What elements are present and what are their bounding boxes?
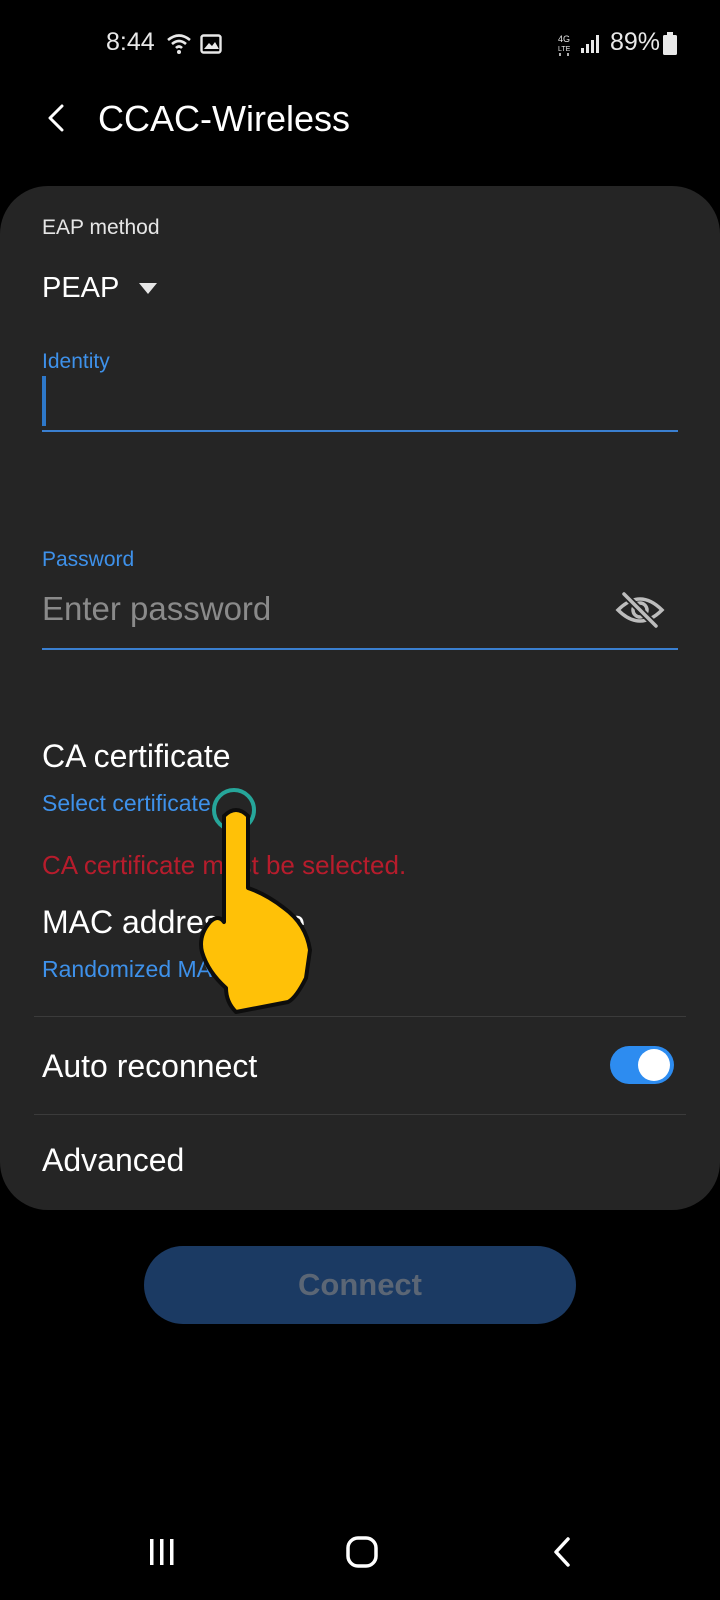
connect-button[interactable]: Connect (144, 1246, 576, 1324)
svg-text:LTE: LTE (558, 46, 571, 53)
password-label: Password (42, 548, 135, 571)
select-certificate-link[interactable]: Select certificate (42, 790, 211, 817)
eap-method-dropdown[interactable]: PEAP (42, 268, 158, 308)
recents-icon (150, 1539, 174, 1565)
dropdown-arrow-icon (139, 282, 158, 294)
app-header: CCAC-Wireless (0, 80, 720, 180)
signal-icon (580, 34, 602, 59)
identity-input[interactable] (42, 376, 678, 432)
wifi-config-screen: 8:44 4G LTE 89% CCAC-Wireless EAP method… (0, 0, 720, 1600)
status-time: 8:44 (106, 28, 155, 56)
divider (34, 1016, 686, 1017)
auto-reconnect-label: Auto reconnect (42, 1048, 258, 1084)
advanced-label: Advanced (42, 1142, 185, 1178)
image-notification-icon (200, 34, 222, 59)
back-button[interactable] (32, 94, 80, 142)
toggle-knob (638, 1049, 670, 1081)
wifi-icon (166, 32, 192, 61)
show-password-button[interactable] (612, 582, 668, 638)
svg-text:4G: 4G (558, 34, 570, 44)
divider (34, 1114, 686, 1115)
text-cursor (42, 376, 46, 426)
chevron-left-icon (48, 104, 64, 132)
navigation-bar (0, 1520, 720, 1600)
password-field (42, 578, 678, 650)
status-bar: 8:44 4G LTE 89% (0, 0, 720, 90)
hand-pointer-icon (196, 802, 312, 1023)
eap-method-value: PEAP (42, 271, 120, 304)
home-button[interactable] (340, 1530, 384, 1574)
page-title: CCAC-Wireless (98, 98, 350, 139)
back-arrow-icon (554, 1537, 570, 1567)
recents-button[interactable] (140, 1530, 184, 1574)
battery-percent: 89% (610, 28, 661, 56)
auto-reconnect-row[interactable]: Auto reconnect (0, 1018, 720, 1114)
auto-reconnect-toggle[interactable] (610, 1046, 674, 1084)
ca-certificate-title[interactable]: CA certificate (42, 738, 231, 775)
eye-off-icon (615, 591, 665, 629)
advanced-row[interactable]: Advanced (0, 1116, 720, 1206)
eap-method-label: EAP method (42, 216, 160, 239)
nav-back-button[interactable] (540, 1530, 584, 1574)
battery-icon (662, 32, 678, 61)
connect-label: Connect (298, 1267, 422, 1302)
lte-icon: 4G LTE (556, 32, 574, 61)
home-icon (346, 1536, 378, 1568)
identity-label: Identity (42, 350, 110, 373)
password-input[interactable] (42, 584, 602, 634)
network-settings-card: EAP method PEAP Identity Password CA cer… (0, 186, 720, 1210)
